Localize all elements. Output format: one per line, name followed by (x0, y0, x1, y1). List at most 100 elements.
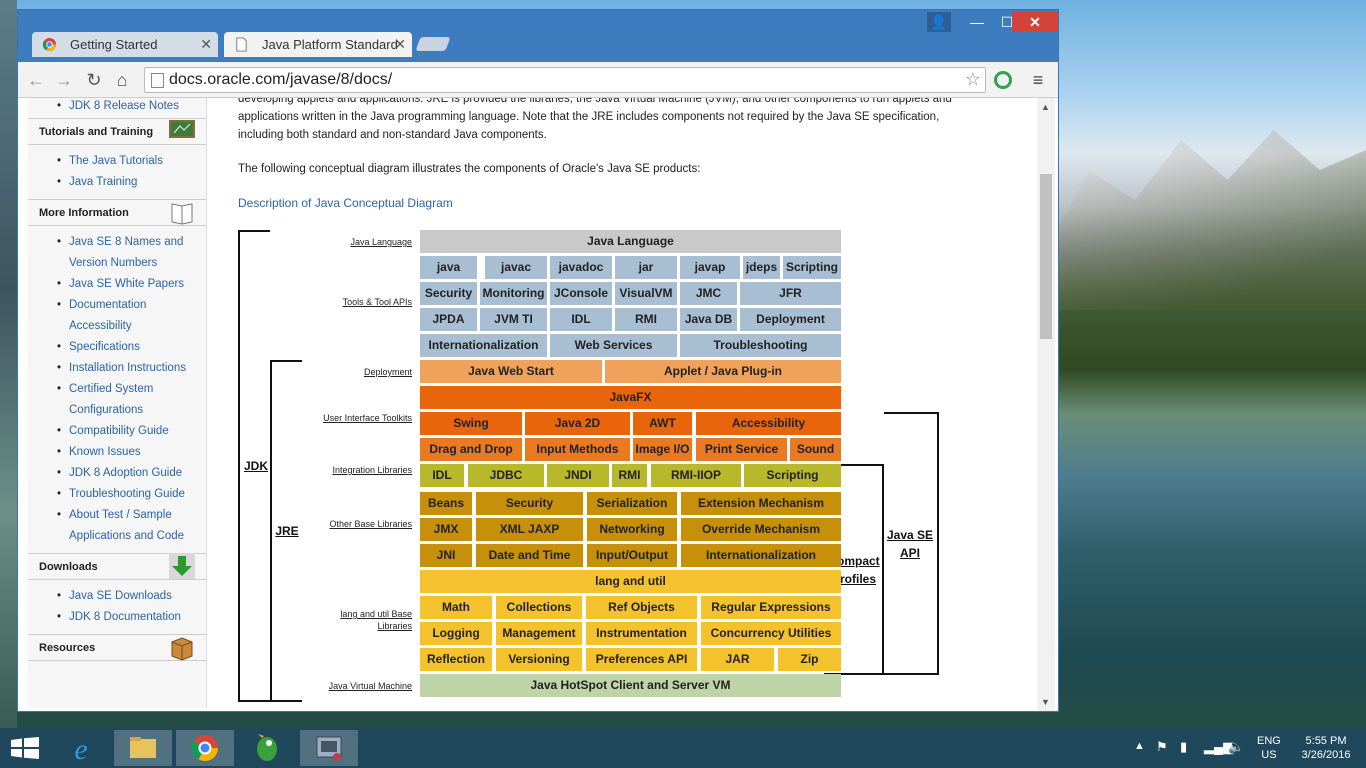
minimize-button[interactable]: — (962, 12, 992, 32)
diagram-cell[interactable]: Input Methods (525, 438, 630, 461)
vertical-scrollbar[interactable]: ▲ ▼ (1037, 98, 1055, 711)
diagram-cell[interactable]: Preferences API (586, 648, 697, 671)
diagram-cell[interactable]: javac (485, 256, 547, 279)
address-bar[interactable]: docs.oracle.com/javase/8/docs/ ☆ (144, 67, 986, 93)
sidebar-link[interactable]: Installation Instructions (28, 358, 203, 379)
diagram-cell[interactable]: Print Service (696, 438, 787, 461)
tab-getting-started[interactable]: Getting Started ✕ (32, 32, 218, 57)
diagram-cell[interactable]: RMI (612, 464, 647, 487)
diagram-cell[interactable]: IDL (550, 308, 612, 331)
diagram-cell[interactable]: IDL (420, 464, 464, 487)
diagram-cell[interactable]: Date and Time (476, 544, 583, 567)
menu-icon[interactable]: ≡ (1030, 70, 1046, 91)
chrome-taskbar-icon[interactable] (176, 730, 234, 766)
diagram-cell[interactable]: XML JAXP (476, 518, 583, 541)
java-se-api-label[interactable]: Java SE API (884, 526, 936, 562)
bookmark-star-icon[interactable]: ☆ (965, 69, 981, 90)
diagram-row-label[interactable]: Java Virtual Machine (312, 680, 412, 692)
diagram-cell[interactable]: Scripting (783, 256, 841, 279)
scroll-down-arrow-icon[interactable]: ▼ (1041, 697, 1050, 707)
internet-explorer-icon[interactable]: e (52, 730, 110, 766)
diagram-cell[interactable]: JPDA (420, 308, 477, 331)
diagram-cell[interactable]: AWT (633, 412, 692, 435)
diagram-cell[interactable]: Applet / Java Plug-in (605, 360, 841, 383)
back-arrow-icon[interactable]: ← (24, 68, 48, 92)
diagram-row-label[interactable]: Deployment (312, 366, 412, 378)
sidebar-link[interactable]: JDK 8 Adoption Guide (28, 463, 203, 484)
diagram-cell[interactable]: Java DB (680, 308, 737, 331)
diagram-cell[interactable]: RMI-IIOP (651, 464, 741, 487)
sidebar-link[interactable]: Documentation Accessibility (28, 295, 203, 337)
diagram-cell[interactable]: lang and util (420, 570, 841, 593)
sidebar-link[interactable]: The Java Tutorials (28, 151, 203, 172)
sidebar-link[interactable]: Troubleshooting Guide (28, 484, 203, 505)
forward-arrow-icon[interactable]: → (52, 68, 76, 92)
diagram-cell[interactable]: Management (496, 622, 582, 645)
sidebar-link[interactable]: Java SE Downloads (28, 586, 203, 607)
diagram-cell[interactable]: Image I/O (633, 438, 692, 461)
diagram-cell[interactable]: Instrumentation (586, 622, 697, 645)
diagram-cell[interactable]: Web Services (550, 334, 677, 357)
diagram-row-label[interactable]: Other Base Libraries (312, 518, 412, 530)
clock[interactable]: 5:55 PM 3/26/2016 (1296, 734, 1356, 762)
diagram-cell[interactable]: JFR (740, 282, 841, 305)
close-window-button[interactable]: ✕ (1012, 12, 1058, 32)
scroll-up-arrow-icon[interactable]: ▲ (1041, 102, 1050, 112)
parrot-app-icon[interactable] (238, 730, 296, 766)
scrollbar-thumb[interactable] (1040, 174, 1052, 339)
diagram-cell[interactable]: Networking (587, 518, 677, 541)
diagram-cell[interactable]: Java HotSpot Client and Server VM (420, 674, 841, 697)
diagram-cell[interactable]: javap (680, 256, 740, 279)
home-icon[interactable]: ⌂ (110, 68, 134, 92)
diagram-cell[interactable]: Zip (778, 648, 841, 671)
diagram-row-label[interactable]: Java Language (312, 236, 412, 248)
diagram-cell[interactable]: Swing (420, 412, 522, 435)
diagram-cell[interactable]: Scripting (744, 464, 841, 487)
tray-up-arrow-icon[interactable]: ▲ (1134, 740, 1145, 752)
diagram-cell[interactable]: Monitoring (480, 282, 547, 305)
diagram-cell[interactable]: Serialization (587, 492, 677, 515)
sidebar-link[interactable]: Compatibility Guide (28, 421, 203, 442)
diagram-cell[interactable]: Accessibility (696, 412, 841, 435)
diagram-cell[interactable]: VisualVM (615, 282, 677, 305)
diagram-cell[interactable]: Deployment (740, 308, 841, 331)
diagram-cell[interactable]: JavaFX (420, 386, 841, 409)
diagram-row-label[interactable]: lang and util Base Libraries (312, 608, 412, 632)
link-text[interactable]: Java SE 8 Names and Version Numbers (69, 236, 183, 269)
diagram-cell[interactable]: Reflection (420, 648, 492, 671)
close-tab-icon[interactable]: ✕ (394, 32, 406, 57)
diagram-cell[interactable]: Java Language (420, 230, 841, 253)
diagram-cell[interactable]: Sound (790, 438, 841, 461)
diagram-cell[interactable]: Beans (420, 492, 472, 515)
sidebar-link[interactable]: About Test / Sample Applications and Cod… (28, 505, 203, 547)
diagram-cell[interactable]: Java 2D (525, 412, 630, 435)
sidebar-link[interactable]: Certified System Configurations (28, 379, 203, 421)
diagram-cell[interactable]: JConsole (550, 282, 612, 305)
diagram-cell[interactable]: JMC (680, 282, 737, 305)
diagram-cell[interactable]: Internationalization (681, 544, 841, 567)
close-tab-icon[interactable]: ✕ (200, 32, 212, 57)
diagram-cell[interactable]: Internationalization (420, 334, 547, 357)
sidebar-link[interactable]: JDK 8 Release Notes (28, 98, 203, 114)
diagram-row-label[interactable]: Tools & Tool APIs (312, 296, 412, 308)
new-tab-button[interactable] (415, 37, 451, 51)
sidebar-link[interactable]: Specifications (28, 337, 203, 358)
diagram-cell[interactable]: Security (476, 492, 583, 515)
diagram-cell[interactable]: jar (615, 256, 677, 279)
diagram-cell[interactable]: Math (420, 596, 492, 619)
file-explorer-icon[interactable] (114, 730, 172, 766)
sidebar-link[interactable]: JDK 8 Documentation (28, 607, 203, 628)
diagram-cell[interactable]: Regular Expressions (701, 596, 841, 619)
diagram-cell[interactable]: Concurrency Utilities (701, 622, 841, 645)
action-center-flag-icon[interactable]: ⚑ (1156, 739, 1168, 755)
jre-label[interactable]: JRE (272, 522, 302, 540)
diagram-cell[interactable]: JAR (701, 648, 774, 671)
sidebar-link[interactable]: Known Issues (28, 442, 203, 463)
battery-icon[interactable]: ▮ (1180, 739, 1187, 755)
diagram-cell[interactable]: JNI (420, 544, 472, 567)
diagram-cell[interactable]: JVM TI (480, 308, 547, 331)
user-profile-icon[interactable]: 👤 (927, 12, 951, 32)
diagram-row-label[interactable]: Integration Libraries (312, 464, 412, 476)
diagram-cell[interactable]: Override Mechanism (681, 518, 841, 541)
diagram-row-label[interactable]: User Interface Toolkits (312, 412, 412, 424)
